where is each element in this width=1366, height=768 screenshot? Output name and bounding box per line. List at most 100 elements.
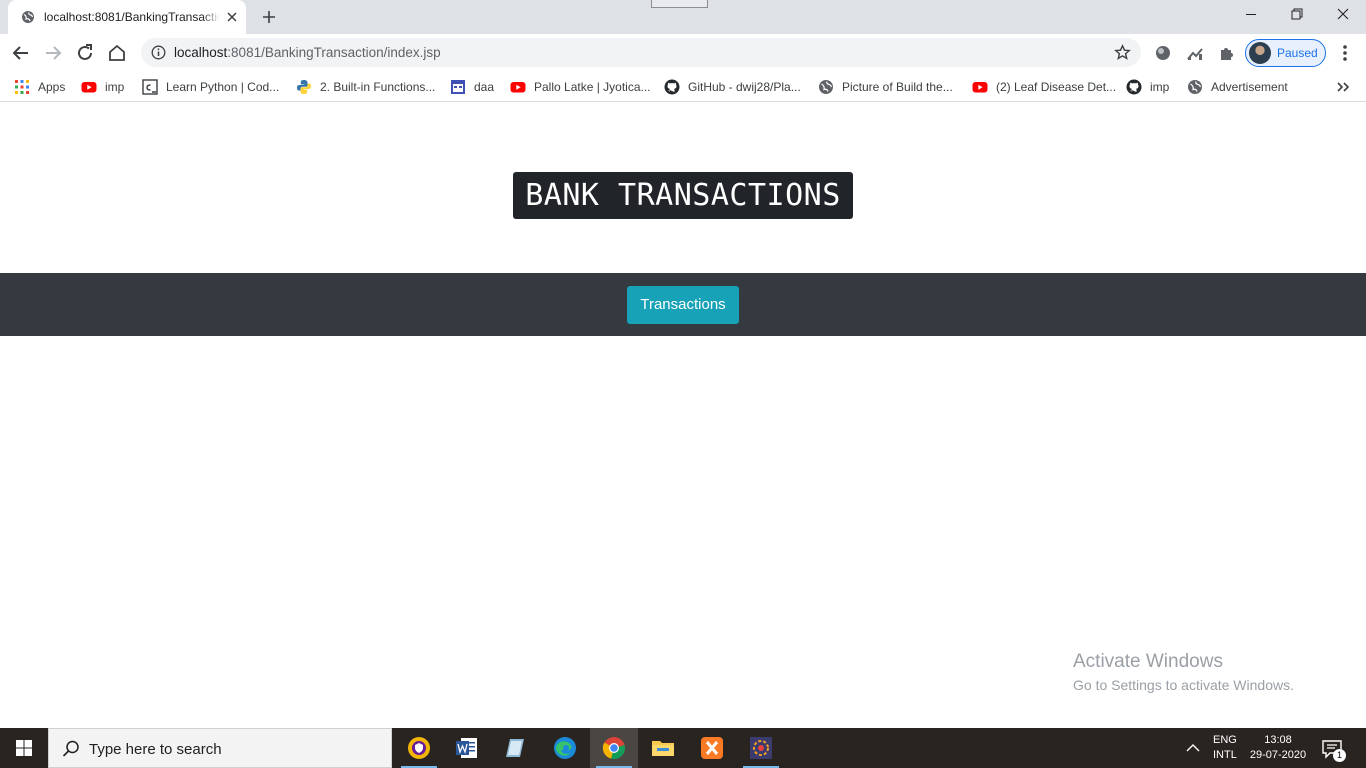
calendar-icon <box>451 80 465 94</box>
taskbar-app-chrome[interactable] <box>590 728 638 768</box>
back-arrow-icon[interactable] <box>9 41 33 65</box>
kebab-menu-icon[interactable] <box>1333 41 1357 65</box>
activate-windows-watermark: Activate Windows Go to Settings to activ… <box>1073 651 1294 695</box>
globe-icon <box>1188 80 1202 94</box>
page-content: BANK TRANSACTIONS Transactions Activate … <box>0 103 1366 728</box>
bookmark-label: daa <box>474 80 495 94</box>
address-bar[interactable]: localhost:8081/BankingTransaction/index.… <box>141 38 1141 67</box>
tab-strip: localhost:8081/BankingTransaction/index.… <box>0 0 1366 34</box>
bookmark-daa[interactable]: daa <box>450 76 494 98</box>
avatar <box>1249 42 1271 64</box>
taskbar-app-vpn[interactable] <box>395 728 443 768</box>
keyboard-layout: INTL <box>1213 749 1237 761</box>
extensions-puzzle-icon[interactable] <box>1217 43 1237 63</box>
file-explorer-icon <box>652 741 674 756</box>
watermark-subtitle: Go to Settings to activate Windows. <box>1073 677 1294 693</box>
bookmark-label: Advertisement <box>1211 80 1288 94</box>
bookmark-advertisement[interactable]: Advertisement <box>1187 76 1288 98</box>
site-info-icon[interactable] <box>151 45 166 60</box>
restore-icon[interactable] <box>1274 0 1320 30</box>
language-code: ENG <box>1213 734 1237 746</box>
page-title: BANK TRANSACTIONS <box>513 172 853 219</box>
taskbar-search-box[interactable]: Type here to search <box>48 728 392 768</box>
bookmark-pallo-latke[interactable]: Pallo Latke | Jyotica... <box>510 76 651 98</box>
browser-tab[interactable]: localhost:8081/BankingTransaction/index.… <box>8 0 246 34</box>
input-language-indicator[interactable]: ENG INTL <box>1213 733 1237 763</box>
chevron-double-right-icon[interactable] <box>1334 78 1352 96</box>
xampp-icon <box>701 737 723 759</box>
python-icon <box>297 80 311 94</box>
reload-icon[interactable] <box>73 41 97 65</box>
bookmark-label: Apps <box>38 80 66 94</box>
taskbar-app-dev[interactable] <box>737 728 785 768</box>
transactions-button[interactable]: Transactions <box>627 286 739 324</box>
bookmarks-bar: Apps imp Learn Python | Cod... 2. Built-… <box>0 72 1366 102</box>
bookmark-built-in-functions[interactable]: 2. Built-in Functions... <box>296 76 435 98</box>
bookmark-label: Learn Python | Cod... <box>166 80 280 94</box>
home-icon[interactable] <box>105 41 129 65</box>
url-host: localhost <box>174 45 228 60</box>
globe-icon <box>819 80 833 94</box>
notepad-icon <box>506 739 524 757</box>
navbar: Transactions <box>0 273 1366 336</box>
bookmark-github-dwij28[interactable]: GitHub - dwij28/Pla... <box>664 76 801 98</box>
windows-start-icon[interactable] <box>0 728 48 768</box>
close-window-icon[interactable] <box>1320 0 1366 30</box>
clock[interactable]: 13:08 29-07-2020 <box>1243 733 1313 763</box>
extension-chart-icon[interactable] <box>1185 43 1205 63</box>
new-tab-icon[interactable] <box>260 8 278 26</box>
chrome-icon <box>602 737 625 759</box>
bookmark-label: Picture of Build the... <box>842 80 953 94</box>
bookmark-learn-python[interactable]: Learn Python | Cod... <box>142 76 279 98</box>
code-icon <box>142 79 158 95</box>
bookmark-imp-github[interactable]: imp <box>1126 76 1169 98</box>
github-icon <box>1126 79 1142 95</box>
taskbar-app-xampp[interactable] <box>688 728 736 768</box>
action-center-button[interactable]: 1 <box>1320 737 1346 762</box>
browser-toolbar: localhost:8081/BankingTransaction/index.… <box>0 34 1366 72</box>
edge-icon <box>554 737 576 759</box>
url-text: localhost:8081/BankingTransaction/index.… <box>174 45 441 61</box>
watermark-title: Activate Windows <box>1073 651 1223 672</box>
youtube-icon <box>972 82 988 93</box>
taskbar: Type here to search ENG INTL 13:08 29-07… <box>0 728 1366 768</box>
tab-title: localhost:8081/BankingTransaction/index.… <box>44 10 220 24</box>
screen: localhost:8081/BankingTransaction/index.… <box>0 0 1366 768</box>
minimize-icon[interactable] <box>1228 0 1274 30</box>
bookmark-label: GitHub - dwij28/Pla... <box>688 80 801 94</box>
window-drag-handle[interactable] <box>651 0 708 8</box>
bookmark-leaf-disease[interactable]: (2) Leaf Disease Det... <box>972 76 1116 98</box>
github-icon <box>664 79 680 95</box>
bookmark-imp-youtube[interactable]: imp <box>81 76 124 98</box>
url-path: :8081/BankingTransaction/index.jsp <box>227 45 441 60</box>
bookmark-label: (2) Leaf Disease Det... <box>996 80 1117 94</box>
bookmark-label: imp <box>105 80 125 94</box>
bookmark-label: imp <box>1150 80 1170 94</box>
vpn-shield-icon <box>408 737 430 759</box>
app-icon <box>750 737 772 759</box>
bookmark-label: 2. Built-in Functions... <box>320 80 436 94</box>
profile-status-label: Paused <box>1277 46 1318 60</box>
apps-grid-icon <box>15 80 29 94</box>
taskbar-app-notepad[interactable] <box>492 728 540 768</box>
bookmark-star-icon[interactable] <box>1114 44 1131 61</box>
youtube-icon <box>510 82 526 93</box>
taskbar-app-word[interactable] <box>443 728 491 768</box>
close-tab-icon[interactable] <box>224 9 240 25</box>
search-placeholder: Type here to search <box>89 741 222 758</box>
clock-date: 29-07-2020 <box>1249 749 1307 761</box>
notification-count-badge: 1 <box>1333 749 1346 762</box>
extension-circle-icon[interactable] <box>1153 43 1173 63</box>
clock-time: 13:08 <box>1264 734 1292 746</box>
chevron-up-icon[interactable] <box>1184 740 1202 756</box>
bookmark-picture-of-build[interactable]: Picture of Build the... <box>818 76 953 98</box>
search-icon <box>62 740 79 757</box>
profile-button[interactable]: Paused <box>1245 39 1326 67</box>
word-icon <box>456 738 477 758</box>
taskbar-app-edge[interactable] <box>541 728 589 768</box>
taskbar-app-file-explorer[interactable] <box>639 728 687 768</box>
bookmark-label: Pallo Latke | Jyotica... <box>534 80 651 94</box>
globe-icon <box>22 11 34 23</box>
forward-arrow-icon[interactable] <box>41 41 65 65</box>
bookmark-apps[interactable]: Apps <box>14 76 65 98</box>
